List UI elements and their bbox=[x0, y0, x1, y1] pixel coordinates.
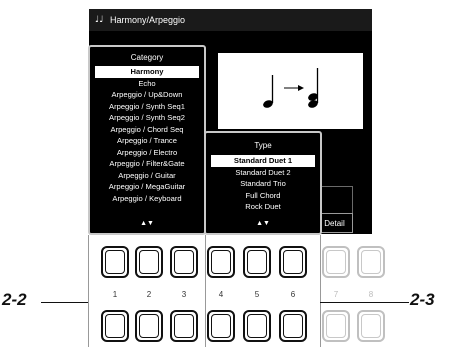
category-guide-right bbox=[205, 235, 206, 347]
upper-button-7[interactable] bbox=[322, 246, 350, 278]
type-guide-right bbox=[320, 235, 321, 347]
category-item-up-down[interactable]: Arpeggio / Up&Down bbox=[95, 89, 199, 101]
upper-button-5[interactable] bbox=[243, 246, 271, 278]
lower-button-1[interactable] bbox=[101, 310, 129, 342]
screen-title: Harmony/Arpeggio bbox=[110, 15, 186, 25]
lower-button-8[interactable] bbox=[357, 310, 385, 342]
category-header: Category bbox=[130, 53, 164, 62]
button-number-4: 4 bbox=[218, 290, 224, 299]
category-scroll-arrows[interactable]: ▲▼ bbox=[90, 220, 204, 227]
type-item-full-chord[interactable]: Full Chord bbox=[211, 190, 315, 202]
type-item-rock-duet[interactable]: Rock Duet bbox=[211, 201, 315, 213]
button-number-6: 6 bbox=[290, 290, 296, 299]
category-item-filter-gate[interactable]: Arpeggio / Filter&Gate bbox=[95, 158, 199, 170]
callout-leader-right bbox=[320, 302, 409, 303]
upper-button-3[interactable] bbox=[170, 246, 198, 278]
button-number-1: 1 bbox=[112, 290, 118, 299]
callout-leader-left bbox=[41, 302, 88, 303]
category-item-guitar[interactable]: Arpeggio / Guitar bbox=[95, 170, 199, 182]
button-number-5: 5 bbox=[254, 290, 260, 299]
button-number-2: 2 bbox=[146, 290, 152, 299]
type-list: Standard Duet 1 Standard Duet 2 Standard… bbox=[211, 155, 315, 213]
notation-preview bbox=[218, 53, 363, 129]
type-scroll-arrows[interactable]: ▲▼ bbox=[206, 220, 320, 227]
upper-button-2[interactable] bbox=[135, 246, 163, 278]
lower-button-6[interactable] bbox=[279, 310, 307, 342]
type-panel: Type Standard Duet 1 Standard Duet 2 Sta… bbox=[204, 131, 322, 235]
harmony-notation-graphic bbox=[263, 68, 319, 108]
category-panel: Category Harmony Echo Arpeggio / Up&Down… bbox=[88, 45, 206, 235]
upper-button-1[interactable] bbox=[101, 246, 129, 278]
step-callout-left: 2-2 bbox=[2, 290, 27, 309]
category-item-trance[interactable]: Arpeggio / Trance bbox=[95, 135, 199, 147]
category-list: Harmony Echo Arpeggio / Up&Down Arpeggio… bbox=[95, 66, 199, 204]
category-guide-left bbox=[88, 235, 89, 347]
category-item-harmony[interactable]: Harmony bbox=[95, 66, 199, 78]
lower-button-7[interactable] bbox=[322, 310, 350, 342]
lower-button-3[interactable] bbox=[170, 310, 198, 342]
type-item-standard-trio[interactable]: Standard Trio bbox=[211, 178, 315, 190]
category-item-synth-seq2[interactable]: Arpeggio / Synth Seq2 bbox=[95, 112, 199, 124]
button-number-8: 8 bbox=[368, 290, 374, 299]
upper-button-4[interactable] bbox=[207, 246, 235, 278]
button-number-3: 3 bbox=[181, 290, 187, 299]
lower-button-4[interactable] bbox=[207, 310, 235, 342]
category-item-echo[interactable]: Echo bbox=[95, 78, 199, 90]
category-item-chord-seq[interactable]: Arpeggio / Chord Seq bbox=[95, 124, 199, 136]
type-header: Type bbox=[254, 141, 272, 150]
type-item-standard-duet-2[interactable]: Standard Duet 2 bbox=[211, 167, 315, 179]
category-item-electro[interactable]: Arpeggio / Electro bbox=[95, 147, 199, 159]
lower-button-5[interactable] bbox=[243, 310, 271, 342]
title-bar: ♩♩ Harmony/Arpeggio bbox=[89, 9, 372, 31]
step-callout-right: 2-3 bbox=[410, 290, 435, 309]
category-item-synth-seq1[interactable]: Arpeggio / Synth Seq1 bbox=[95, 101, 199, 113]
type-item-standard-duet-1[interactable]: Standard Duet 1 bbox=[211, 155, 315, 167]
keyboard-music-icon: ♩♩ bbox=[95, 15, 104, 25]
category-item-megaguitar[interactable]: Arpeggio / MegaGuitar bbox=[95, 181, 199, 193]
upper-button-8[interactable] bbox=[357, 246, 385, 278]
category-item-keyboard[interactable]: Arpeggio / Keyboard bbox=[95, 193, 199, 205]
lower-button-2[interactable] bbox=[135, 310, 163, 342]
button-number-7: 7 bbox=[333, 290, 339, 299]
upper-button-6[interactable] bbox=[279, 246, 307, 278]
